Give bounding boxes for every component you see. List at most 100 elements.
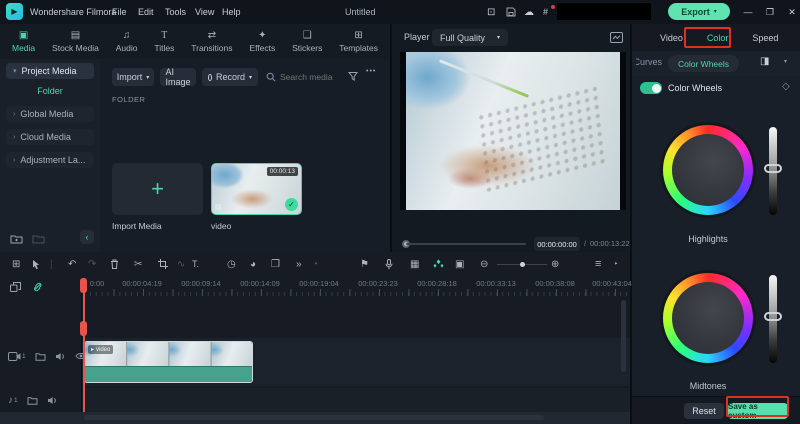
mute-track-icon[interactable] [55, 352, 66, 361]
device-preview-icon[interactable]: ⊡ [487, 0, 495, 24]
shortcut-panel-icon[interactable]: # [543, 0, 548, 24]
midtones-color-wheel[interactable] [663, 273, 753, 363]
collapse-sidebar-button[interactable]: ‹ [80, 230, 94, 244]
scrubber-track[interactable] [406, 243, 526, 245]
playhead-handle[interactable] [80, 278, 87, 293]
minimize-button[interactable]: — [738, 0, 758, 24]
slider-handle[interactable] [764, 164, 782, 173]
split-screen-icon[interactable]: ▦ [410, 255, 419, 273]
new-folder-icon[interactable] [10, 234, 23, 244]
color-palette-icon[interactable]: ◕ [250, 255, 256, 273]
pip-icon[interactable]: ❐ [271, 255, 280, 273]
save-project-icon[interactable] [506, 0, 516, 24]
filter-icon[interactable] [348, 71, 359, 82]
tab-video[interactable]: Video [660, 33, 683, 43]
compare-view-icon[interactable]: ◨ [760, 56, 769, 67]
menu-edit[interactable]: Edit [138, 0, 154, 24]
redo-icon[interactable]: ↷ [88, 255, 96, 273]
tab-stock-media[interactable]: ▤ Stock Media [52, 30, 99, 53]
zoom-in-icon[interactable]: ⊕ [551, 255, 559, 273]
close-button[interactable]: ✕ [782, 0, 800, 24]
tab-speed[interactable]: Speed [752, 33, 778, 43]
auto-ripple-link-icon[interactable] [32, 282, 44, 292]
add-text-icon[interactable]: T. [192, 255, 199, 273]
playhead-line[interactable] [83, 278, 85, 412]
horizontal-scrollbar[interactable] [84, 415, 544, 420]
display-settings-icon[interactable] [610, 32, 623, 43]
mode-color-wheels[interactable]: Color Wheels [668, 55, 740, 72]
record-button[interactable]: Record ▾ [202, 68, 258, 86]
track-manager-icon[interactable]: ≡ [595, 255, 601, 273]
reset-button[interactable]: Reset [684, 403, 724, 419]
menu-help[interactable]: Help [222, 0, 241, 24]
import-media-tile[interactable]: + [112, 163, 203, 215]
chevron-down-icon[interactable]: ▾ [784, 58, 787, 65]
tab-transitions[interactable]: ⇄ Transitions [191, 30, 232, 53]
tab-media[interactable]: ▣ Media [12, 30, 35, 53]
crop-icon[interactable] [158, 255, 168, 273]
slider-handle[interactable] [764, 312, 782, 321]
restore-button[interactable]: ❐ [760, 0, 780, 24]
folder-icon[interactable] [35, 352, 46, 361]
speed-icon[interactable]: ◷ [227, 255, 236, 273]
mute-track-icon[interactable] [47, 396, 58, 405]
sidebar-item-adjustment-layer[interactable]: › Adjustment La... [6, 152, 94, 168]
clip-audio-section [85, 366, 252, 382]
tab-stickers[interactable]: ❏ Stickers [292, 30, 322, 53]
playhead-grip[interactable] [80, 321, 87, 336]
save-as-custom-button[interactable]: Save as custom [728, 402, 788, 420]
mask-bracket-icon[interactable]: ▣ [455, 255, 464, 273]
timeline-ruler[interactable] [84, 289, 630, 296]
property-tab-bar: Video Color Speed [632, 24, 800, 51]
tab-titles[interactable]: T Titles [154, 30, 174, 53]
more-tools-icon[interactable]: » [296, 255, 302, 273]
audio-wave-icon[interactable]: ∿ [177, 255, 185, 273]
sidebar-item-project-media[interactable]: ▾ Project Media [6, 63, 94, 79]
zoom-out-icon[interactable]: ⊖ [480, 255, 488, 273]
video-preview[interactable] [400, 52, 626, 210]
reset-section-icon[interactable]: ◇ [782, 81, 790, 92]
menu-tools[interactable]: Tools [165, 0, 186, 24]
ai-image-button[interactable]: AI Image [160, 67, 196, 87]
menu-file[interactable]: File [112, 0, 127, 24]
tab-color[interactable]: Color [707, 33, 729, 43]
highlights-luminance-slider[interactable] [764, 127, 782, 215]
timeline-clip-video[interactable]: ▸ video [84, 341, 253, 383]
ai-tools-icon[interactable] [433, 255, 444, 273]
sidebar-item-cloud-media[interactable]: › Cloud Media [6, 129, 94, 145]
color-wheels-toggle[interactable] [640, 82, 662, 94]
snap-icon[interactable] [10, 282, 21, 293]
tab-audio[interactable]: ♫ Audio [116, 30, 138, 53]
mode-curves[interactable]: Curves [636, 57, 662, 67]
timeline-bottom-strip [0, 412, 630, 424]
ruler-label: 0:00 [89, 279, 105, 288]
sidebar-item-global-media[interactable]: › Global Media [6, 106, 94, 122]
voiceover-mic-icon[interactable] [385, 255, 393, 273]
sidebar-item-folder[interactable]: Folder [0, 86, 100, 96]
cloud-upload-icon[interactable]: ☁ [524, 0, 534, 24]
marker-icon[interactable]: ⚑ [360, 255, 369, 273]
tab-templates[interactable]: ⊞ Templates [339, 30, 378, 53]
media-browser-icon[interactable]: ⊞ [12, 255, 20, 273]
export-button[interactable]: Export ▾ [668, 3, 730, 20]
import-button[interactable]: Import ▾ [112, 68, 154, 86]
quality-dropdown[interactable]: Full Quality ▾ [432, 29, 508, 46]
delete-icon[interactable] [110, 255, 119, 273]
split-scissors-icon[interactable]: ✂ [134, 255, 142, 273]
folder-icon[interactable] [27, 396, 38, 405]
tab-effects[interactable]: ✦ Effects [249, 30, 275, 53]
midtones-luminance-slider[interactable] [764, 275, 782, 363]
undo-icon[interactable]: ↶ [68, 255, 76, 273]
highlights-color-wheel[interactable] [663, 125, 753, 215]
zoom-slider-handle[interactable] [520, 262, 525, 267]
pointer-tool-icon[interactable] [32, 255, 41, 273]
search-input[interactable] [280, 68, 342, 86]
track-manager-arrow-icon[interactable]: ‣ [614, 255, 618, 273]
video-clip-tile[interactable]: 00:00:13 ▤ ✓ [211, 163, 302, 215]
audio-track-lane[interactable] [82, 388, 630, 412]
vertical-scrollbar[interactable] [621, 300, 626, 372]
folder-icon[interactable] [32, 234, 45, 244]
more-options-icon[interactable]: ••• [366, 68, 376, 75]
menu-view[interactable]: View [195, 0, 214, 24]
render-preview-icon[interactable]: ◔ [312, 255, 318, 273]
